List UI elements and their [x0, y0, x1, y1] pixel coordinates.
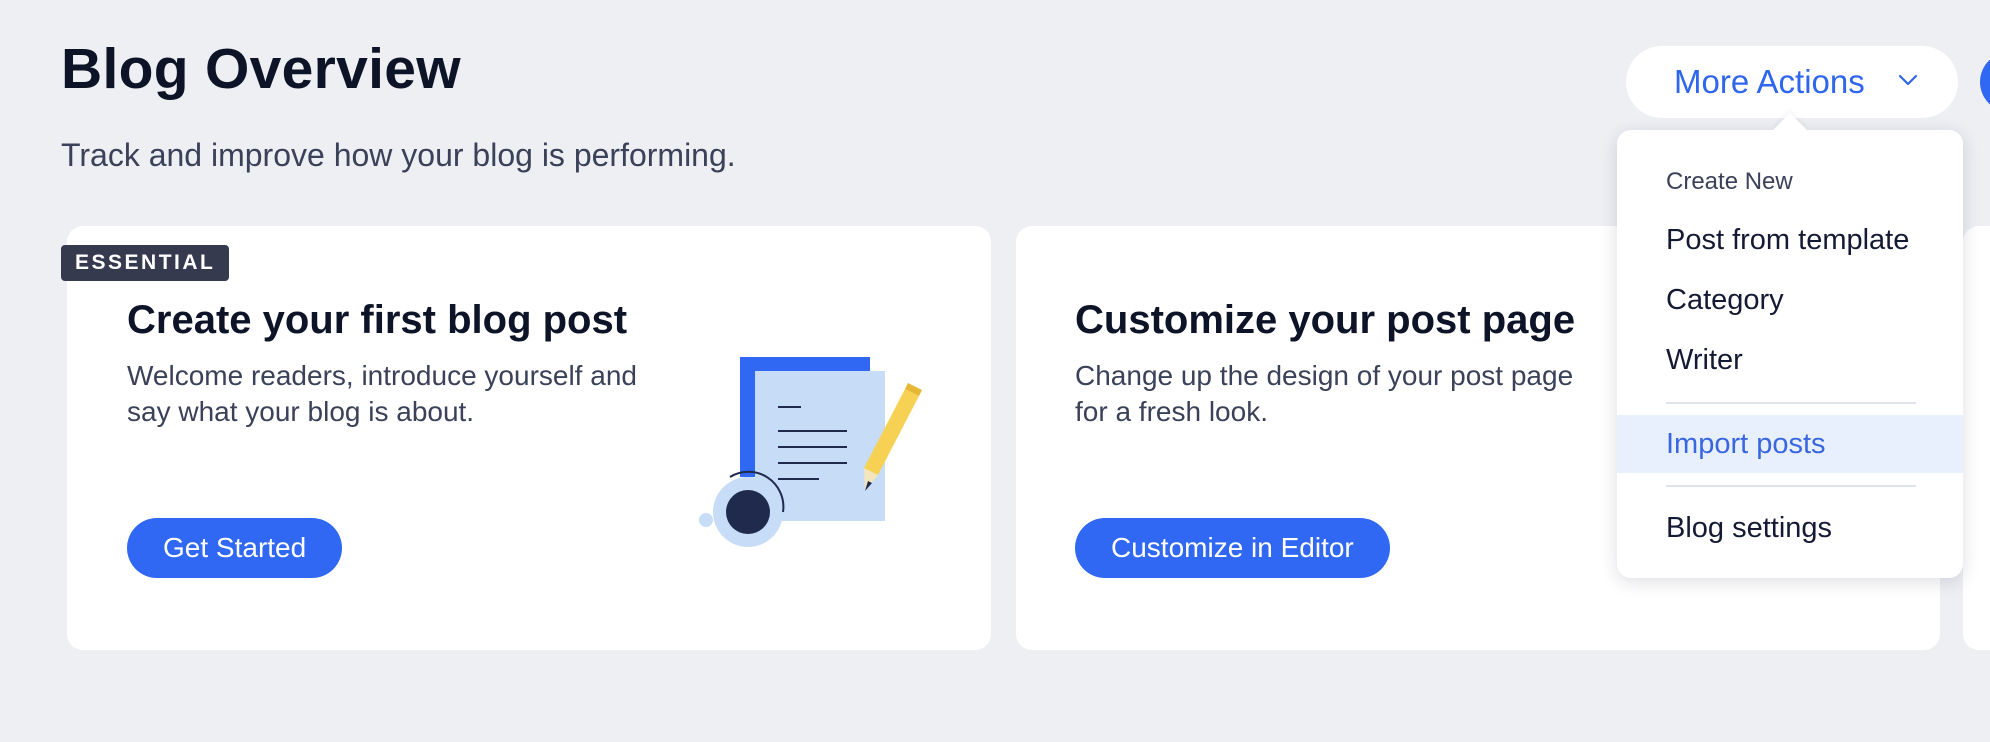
menu-item-writer[interactable]: Writer — [1617, 331, 1963, 389]
menu-item-blog-settings[interactable]: Blog settings — [1617, 499, 1963, 557]
menu-item-post-from-template[interactable]: Post from template — [1617, 211, 1963, 269]
get-started-button[interactable]: Get Started — [127, 518, 343, 578]
card-title: Customize your post page — [1075, 298, 1576, 342]
customize-in-editor-button[interactable]: Customize in Editor — [1075, 518, 1390, 578]
create-post-card: Create your first blog post Welcome read… — [67, 226, 991, 650]
next-card-edge — [1963, 226, 1990, 650]
dropdown-section-header: Create New — [1666, 168, 1793, 195]
document-illustration — [699, 357, 922, 547]
essential-badge: ESSENTIAL — [61, 245, 230, 281]
menu-item-category[interactable]: Category — [1617, 271, 1963, 329]
more-actions-label: More Actions — [1674, 63, 1865, 100]
avatar[interactable] — [1980, 52, 1990, 112]
menu-item-import-posts[interactable]: Import posts — [1617, 415, 1963, 473]
menu-divider — [1666, 402, 1916, 404]
card-description: Change up the design of your post page f… — [1075, 360, 1574, 427]
chevron-down-icon — [1898, 74, 1918, 86]
more-actions-dropdown: Create New Post from template Category W… — [1617, 130, 1963, 578]
page-subtitle: Track and improve how your blog is perfo… — [61, 137, 736, 173]
more-actions-button[interactable]: More Actions — [1626, 46, 1958, 118]
card-description: Welcome readers, introduce yourself and … — [127, 360, 637, 427]
page-title: Blog Overview — [61, 37, 461, 101]
menu-divider — [1666, 485, 1916, 487]
card-title: Create your first blog post — [127, 298, 628, 342]
